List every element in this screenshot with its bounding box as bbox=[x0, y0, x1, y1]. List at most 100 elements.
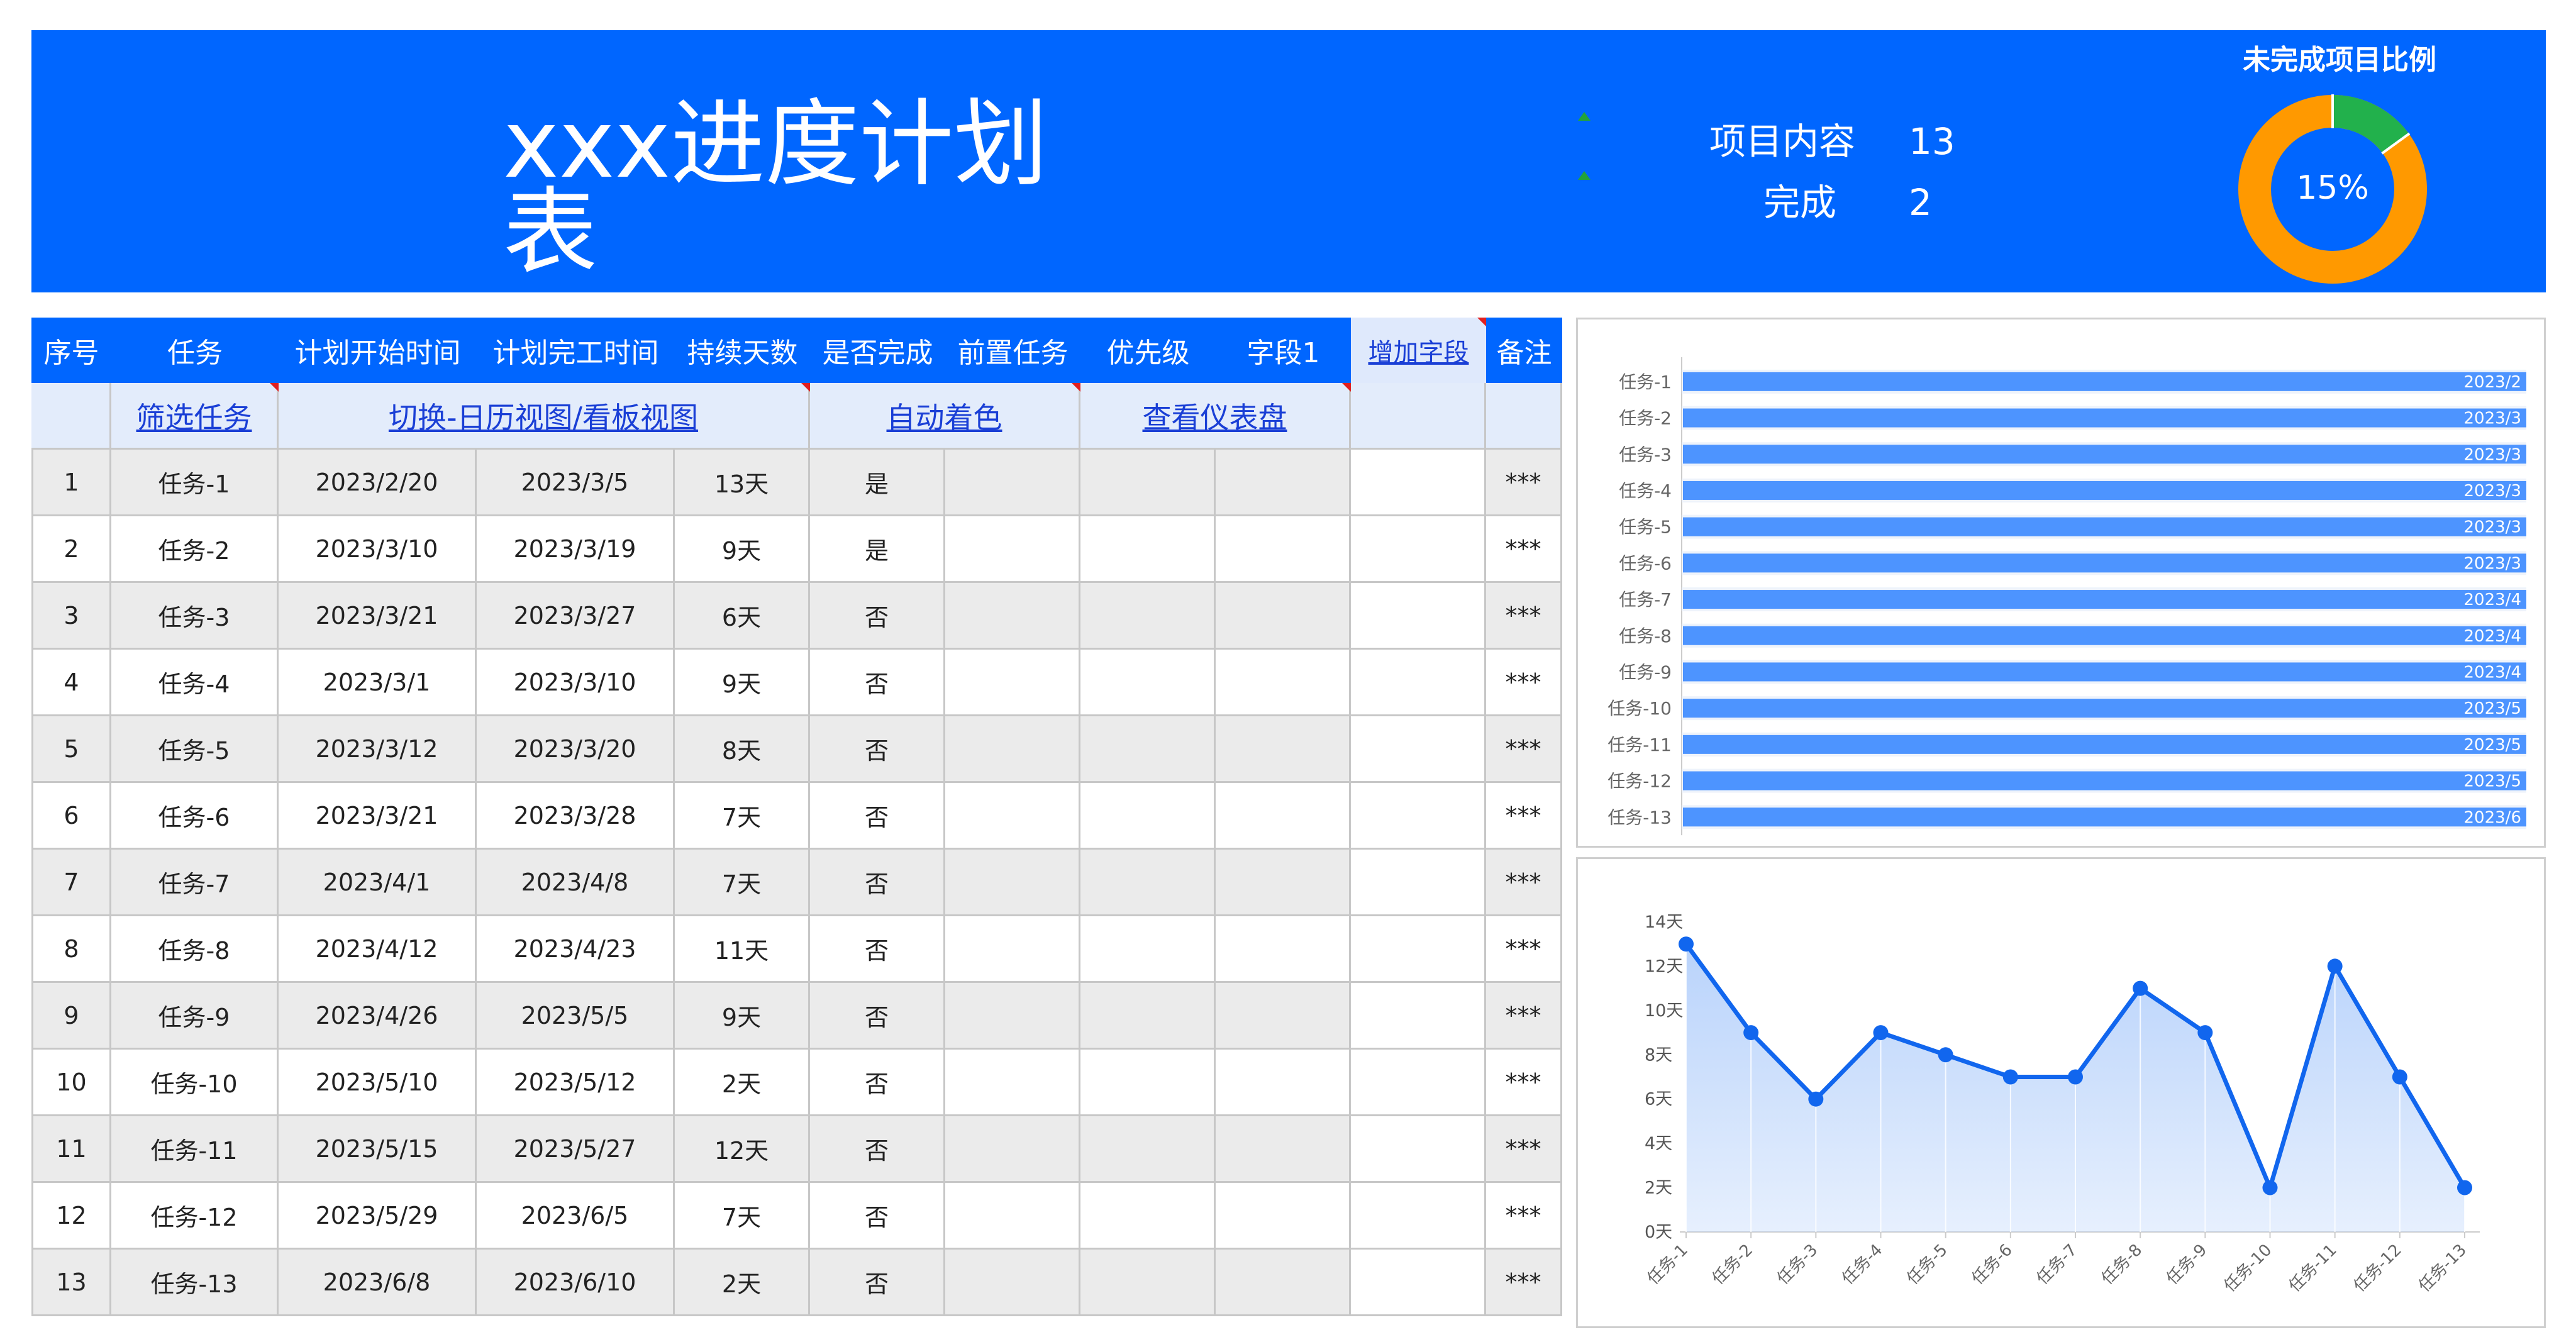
table-cell-predecessor[interactable] bbox=[945, 916, 1080, 983]
table-cell-priority[interactable] bbox=[1080, 450, 1216, 516]
table-cell-add-field[interactable] bbox=[1351, 516, 1486, 583]
data-point[interactable] bbox=[1808, 1091, 1824, 1107]
table-cell-predecessor[interactable] bbox=[945, 1050, 1080, 1116]
table-cell-done[interactable]: 否 bbox=[810, 650, 945, 716]
table-cell-add-field[interactable] bbox=[1351, 850, 1486, 916]
table-cell-end[interactable]: 2023/4/23 bbox=[477, 916, 675, 983]
table-cell-task[interactable]: 任务-8 bbox=[111, 916, 279, 983]
table-cell-add-field[interactable] bbox=[1351, 1250, 1486, 1316]
table-cell-start[interactable]: 2023/4/26 bbox=[279, 983, 477, 1050]
table-cell-end[interactable]: 2023/5/5 bbox=[477, 983, 675, 1050]
table-cell-task[interactable]: 任务-6 bbox=[111, 783, 279, 850]
table-cell-no[interactable]: 6 bbox=[31, 783, 111, 850]
gantt-bar[interactable] bbox=[1683, 807, 2526, 827]
add-field-link[interactable]: 增加字段 bbox=[1368, 332, 1469, 369]
data-point[interactable] bbox=[2068, 1069, 2083, 1085]
table-cell-priority[interactable] bbox=[1080, 1116, 1216, 1183]
table-cell-task[interactable]: 任务-10 bbox=[111, 1050, 279, 1116]
table-cell-field1[interactable] bbox=[1216, 716, 1351, 783]
table-cell-no[interactable]: 7 bbox=[31, 850, 111, 916]
table-cell-note[interactable]: *** bbox=[1486, 516, 1562, 583]
action-label[interactable]: 查看仪表盘 bbox=[1143, 395, 1287, 436]
table-cell-done[interactable]: 是 bbox=[810, 516, 945, 583]
table-cell-field1[interactable] bbox=[1216, 1183, 1351, 1250]
data-point[interactable] bbox=[2002, 1069, 2018, 1085]
table-cell-done[interactable]: 否 bbox=[810, 583, 945, 650]
table-cell-priority[interactable] bbox=[1080, 1183, 1216, 1250]
table-cell-predecessor[interactable] bbox=[945, 783, 1080, 850]
action-label[interactable]: 切换-日历视图/看板视图 bbox=[389, 395, 698, 436]
table-cell-note[interactable]: *** bbox=[1486, 783, 1562, 850]
table-cell-days[interactable]: 9天 bbox=[675, 983, 810, 1050]
table-cell-note[interactable]: *** bbox=[1486, 716, 1562, 783]
table-cell-days[interactable]: 9天 bbox=[675, 516, 810, 583]
table-cell-days[interactable]: 11天 bbox=[675, 916, 810, 983]
table-cell-days[interactable]: 12天 bbox=[675, 1116, 810, 1183]
table-cell-days[interactable]: 8天 bbox=[675, 716, 810, 783]
data-point[interactable] bbox=[2262, 1180, 2278, 1195]
table-cell-predecessor[interactable] bbox=[945, 1250, 1080, 1316]
table-cell-start[interactable]: 2023/5/15 bbox=[279, 1116, 477, 1183]
table-cell-start[interactable]: 2023/3/21 bbox=[279, 783, 477, 850]
table-cell-task[interactable]: 任务-12 bbox=[111, 1183, 279, 1250]
table-cell-add-field[interactable] bbox=[1351, 1050, 1486, 1116]
table-cell-add-field[interactable] bbox=[1351, 716, 1486, 783]
table-cell-start[interactable]: 2023/3/12 bbox=[279, 716, 477, 783]
table-cell-field1[interactable] bbox=[1216, 516, 1351, 583]
table-cell-field1[interactable] bbox=[1216, 1050, 1351, 1116]
table-cell-days[interactable]: 13天 bbox=[675, 450, 810, 516]
table-cell-priority[interactable] bbox=[1080, 1250, 1216, 1316]
table-cell-note[interactable]: *** bbox=[1486, 1116, 1562, 1183]
table-cell-task[interactable]: 任务-7 bbox=[111, 850, 279, 916]
table-cell-end[interactable]: 2023/3/28 bbox=[477, 783, 675, 850]
table-cell-add-field[interactable] bbox=[1351, 650, 1486, 716]
table-cell-end[interactable]: 2023/6/10 bbox=[477, 1250, 675, 1316]
table-cell-done[interactable]: 否 bbox=[810, 983, 945, 1050]
table-cell-predecessor[interactable] bbox=[945, 650, 1080, 716]
table-cell-priority[interactable] bbox=[1080, 783, 1216, 850]
table-cell-no[interactable]: 3 bbox=[31, 583, 111, 650]
table-cell-priority[interactable] bbox=[1080, 583, 1216, 650]
table-cell-no[interactable]: 13 bbox=[31, 1250, 111, 1316]
table-cell-note[interactable]: *** bbox=[1486, 1050, 1562, 1116]
table-cell-predecessor[interactable] bbox=[945, 1183, 1080, 1250]
table-cell-task[interactable]: 任务-9 bbox=[111, 983, 279, 1050]
table-cell-priority[interactable] bbox=[1080, 716, 1216, 783]
table-cell-done[interactable]: 否 bbox=[810, 850, 945, 916]
table-cell-note[interactable]: *** bbox=[1486, 450, 1562, 516]
table-cell-no[interactable]: 11 bbox=[31, 1116, 111, 1183]
table-cell-start[interactable]: 2023/6/8 bbox=[279, 1250, 477, 1316]
data-point[interactable] bbox=[2327, 958, 2343, 974]
table-cell-no[interactable]: 8 bbox=[31, 916, 111, 983]
table-cell-field1[interactable] bbox=[1216, 1250, 1351, 1316]
table-cell-task[interactable]: 任务-3 bbox=[111, 583, 279, 650]
table-cell-add-field[interactable] bbox=[1351, 583, 1486, 650]
table-cell-note[interactable]: *** bbox=[1486, 583, 1562, 650]
table-cell-end[interactable]: 2023/3/27 bbox=[477, 583, 675, 650]
table-cell-note[interactable]: *** bbox=[1486, 850, 1562, 916]
table-cell-predecessor[interactable] bbox=[945, 516, 1080, 583]
gantt-bar[interactable] bbox=[1683, 590, 2526, 609]
table-cell-note[interactable]: *** bbox=[1486, 916, 1562, 983]
data-point[interactable] bbox=[1743, 1025, 1759, 1041]
table-cell-note[interactable]: *** bbox=[1486, 650, 1562, 716]
table-cell-task[interactable]: 任务-2 bbox=[111, 516, 279, 583]
table-cell-no[interactable]: 4 bbox=[31, 650, 111, 716]
table-cell-done[interactable]: 否 bbox=[810, 916, 945, 983]
table-cell-done[interactable]: 否 bbox=[810, 1116, 945, 1183]
table-cell-done[interactable]: 否 bbox=[810, 716, 945, 783]
table-cell-start[interactable]: 2023/3/1 bbox=[279, 650, 477, 716]
table-cell-predecessor[interactable] bbox=[945, 450, 1080, 516]
data-point[interactable] bbox=[2197, 1025, 2213, 1041]
table-cell-days[interactable]: 2天 bbox=[675, 1050, 810, 1116]
table-cell-done[interactable]: 否 bbox=[810, 783, 945, 850]
table-cell-end[interactable]: 2023/3/5 bbox=[477, 450, 675, 516]
auto-color-button[interactable]: 自动着色 bbox=[810, 383, 1080, 450]
table-cell-field1[interactable] bbox=[1216, 450, 1351, 516]
table-cell-priority[interactable] bbox=[1080, 983, 1216, 1050]
filter-tasks-button[interactable]: 筛选任务 bbox=[111, 383, 279, 450]
table-cell-priority[interactable] bbox=[1080, 1050, 1216, 1116]
gantt-bar[interactable] bbox=[1683, 553, 2526, 573]
table-cell-note[interactable]: *** bbox=[1486, 1183, 1562, 1250]
gantt-bar[interactable] bbox=[1683, 662, 2526, 682]
